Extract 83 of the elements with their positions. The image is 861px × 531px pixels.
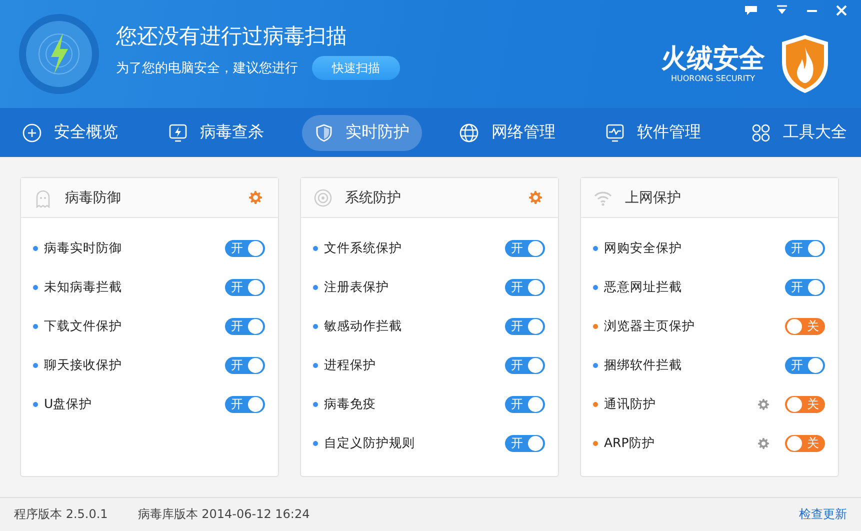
- nav-tab[interactable]: 实时防护: [302, 114, 422, 150]
- scan-status-title: 您还没有进行过病毒扫描: [116, 23, 348, 50]
- scan-suggestion-text: 为了您的电脑安全，建议您进行: [116, 60, 298, 77]
- status-dot: [593, 285, 598, 290]
- protection-label: U盘保护: [44, 396, 92, 413]
- toggle-switch[interactable]: 开: [225, 240, 265, 257]
- protection-label: 恶意网址拦截: [604, 279, 682, 296]
- shield-icon: [314, 122, 334, 142]
- settings-icon[interactable]: [249, 191, 262, 204]
- card-title: 病毒防御: [65, 188, 121, 206]
- protection-label: 聊天接收保护: [44, 357, 122, 374]
- globe-icon: [459, 122, 480, 142]
- protection-label: 通讯防护: [604, 396, 656, 413]
- protection-label: 未知病毒拦截: [44, 279, 122, 296]
- toggle-switch[interactable]: 开: [225, 318, 265, 335]
- flame-shield-logo: [779, 33, 831, 95]
- status-dot: [33, 246, 38, 251]
- status-dot: [593, 402, 598, 407]
- status-dot: [593, 324, 598, 329]
- nav-tab[interactable]: 病毒查杀: [156, 114, 276, 150]
- nav-tab[interactable]: 软件管理: [593, 114, 714, 150]
- status-dot: [313, 246, 318, 251]
- card-title: 上网保护: [625, 188, 681, 206]
- nav-tab[interactable]: 网络管理: [447, 114, 568, 150]
- status-dot: [313, 441, 318, 446]
- toggle-switch[interactable]: 开: [505, 357, 545, 374]
- protection-label: 病毒免疫: [324, 396, 376, 413]
- status-dot: [313, 324, 318, 329]
- nav-tab[interactable]: 工具大全: [738, 114, 859, 150]
- brand-subtitle: HUORONG SECURITY: [670, 74, 755, 82]
- toggle-switch[interactable]: 开: [505, 318, 545, 335]
- protection-label: 注册表保护: [324, 279, 389, 296]
- toggle-switch[interactable]: 开: [225, 279, 265, 296]
- status-dot: [33, 285, 38, 290]
- status-dot: [593, 363, 598, 368]
- radar-icon: [313, 188, 333, 208]
- protection-label: 病毒实时防御: [44, 240, 122, 257]
- four-petals-icon: [750, 122, 771, 142]
- brand-name: 火绒安全: [661, 46, 765, 72]
- protection-label: 网购安全保护: [604, 240, 682, 257]
- protection-label: 敏感动作拦截: [324, 318, 402, 335]
- nav-tab[interactable]: 安全概览: [10, 114, 130, 150]
- toggle-switch[interactable]: 关: [785, 396, 825, 413]
- status-dot: [313, 402, 318, 407]
- quick-scan-button[interactable]: 快速扫描: [312, 56, 400, 80]
- toggle-switch[interactable]: 关: [785, 435, 825, 452]
- settings-icon[interactable]: [758, 399, 769, 410]
- virus-db-version: 病毒库版本 2014-06-12 16:24: [138, 506, 310, 523]
- toggle-switch[interactable]: 开: [785, 357, 825, 374]
- status-dot: [33, 402, 38, 407]
- toggle-switch[interactable]: 开: [785, 279, 825, 296]
- protection-label: ARP防护: [604, 435, 655, 452]
- status-dot: [593, 441, 598, 446]
- toggle-switch[interactable]: 开: [785, 240, 825, 257]
- status-dot: [33, 363, 38, 368]
- protection-label: 下载文件保护: [44, 318, 122, 335]
- dropdown-menu-icon[interactable]: [776, 5, 788, 15]
- settings-icon[interactable]: [758, 438, 769, 449]
- status-dot: [593, 246, 598, 251]
- toggle-switch[interactable]: 开: [225, 357, 265, 374]
- protection-label: 文件系统保护: [324, 240, 402, 257]
- toggle-switch[interactable]: 开: [505, 240, 545, 257]
- protection-label: 进程保护: [324, 357, 376, 374]
- close-icon[interactable]: [836, 5, 847, 16]
- protection-label: 捆绑软件拦截: [604, 357, 682, 374]
- program-version: 程序版本 2.5.0.1: [14, 506, 108, 523]
- status-dot: [33, 324, 38, 329]
- toggle-switch[interactable]: 开: [225, 396, 265, 413]
- protection-label: 浏览器主页保护: [604, 318, 695, 335]
- card-title: 系统防护: [345, 188, 401, 206]
- lightning-monitor-icon: [168, 122, 188, 142]
- check-update-link[interactable]: 检查更新: [799, 506, 847, 523]
- toggle-switch[interactable]: 开: [505, 396, 545, 413]
- status-dot: [313, 285, 318, 290]
- status-dot: [313, 363, 318, 368]
- plus-circle-icon: [22, 122, 42, 142]
- toggle-switch[interactable]: 开: [505, 279, 545, 296]
- protection-label: 自定义防护规则: [324, 435, 415, 452]
- feedback-icon[interactable]: [744, 5, 758, 15]
- toggle-switch[interactable]: 关: [785, 318, 825, 335]
- pulse-monitor-icon: [605, 122, 626, 142]
- settings-icon[interactable]: [529, 191, 542, 204]
- toggle-switch[interactable]: 开: [505, 435, 545, 452]
